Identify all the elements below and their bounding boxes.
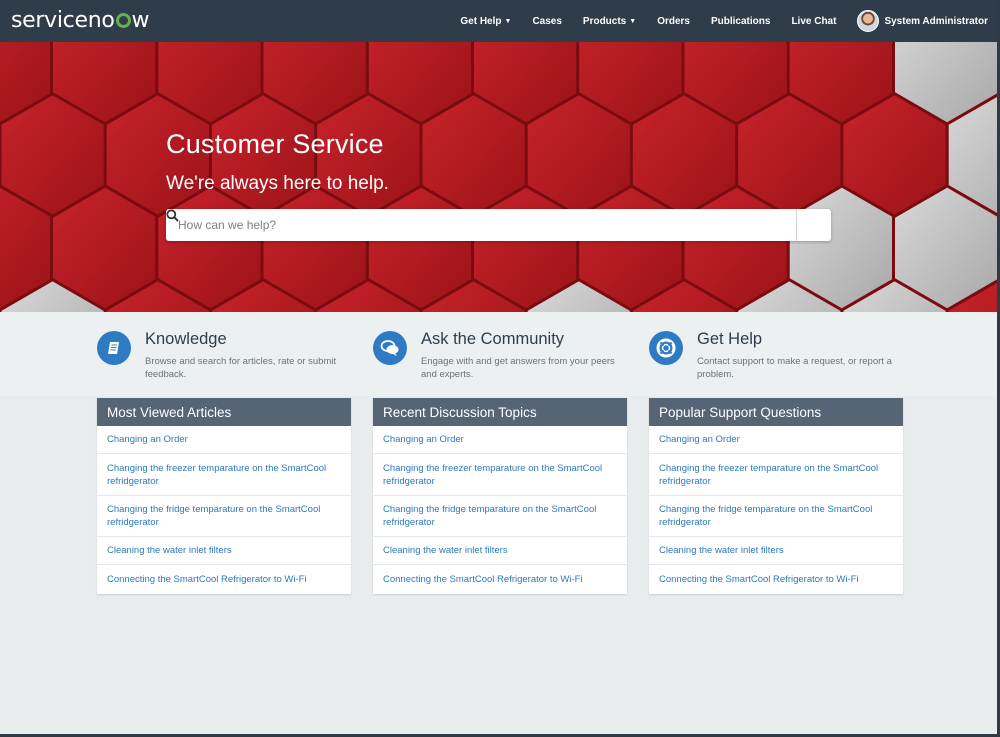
topic-link[interactable]: Changing the fridge temparature on the S… (383, 503, 617, 529)
servicenow-logo[interactable]: serviceno w (11, 8, 150, 33)
hero-subtitle: We're always here to help. (166, 173, 389, 194)
logo-ring-icon (115, 13, 131, 28)
list-item: Changing an Order (649, 426, 903, 454)
avatar (857, 10, 880, 32)
article-link[interactable]: Cleaning the water inlet filters (107, 544, 232, 557)
list-item: Changing the freezer temparature on the … (373, 454, 627, 496)
nav-menu: Get Help ▼ Cases Products ▼ Orders Publica… (439, 0, 988, 42)
topic-link[interactable]: Changing the freezer temparature on the … (383, 462, 617, 488)
list-item: Changing the freezer temparature on the … (97, 454, 351, 496)
list-item: Cleaning the water inlet filters (97, 537, 351, 565)
question-link[interactable]: Changing an Order (659, 433, 740, 446)
panel-title: Recent Discussion Topics (373, 398, 627, 426)
feature-row: Knowledge Browse and search for articles… (0, 312, 1000, 396)
list-item: Connecting the SmartCool Refrigerator to… (97, 565, 351, 594)
hero-title: Customer Service (166, 129, 384, 159)
hero-banner: Customer Service We're always here to he… (0, 42, 1000, 312)
list-item: Changing an Order (97, 426, 351, 454)
chat-bubbles-icon (373, 331, 407, 365)
question-link[interactable]: Changing the fridge temparature on the S… (659, 503, 893, 529)
nav-cases[interactable]: Cases (532, 16, 561, 27)
topic-link[interactable]: Changing an Order (383, 433, 464, 446)
panel-most-viewed-articles: Most Viewed Articles Changing an Order C… (97, 398, 351, 594)
panel-title: Most Viewed Articles (97, 398, 351, 426)
article-link[interactable]: Changing an Order (107, 433, 188, 446)
article-link[interactable]: Changing the freezer temparature on the … (107, 462, 341, 488)
feature-description: Browse and search for articles, rate or … (145, 356, 337, 380)
topic-link[interactable]: Cleaning the water inlet filters (383, 544, 508, 557)
lifebuoy-icon (649, 331, 683, 365)
search-bar (166, 209, 831, 241)
question-link[interactable]: Connecting the SmartCool Refrigerator to… (659, 573, 859, 586)
list-item: Changing the fridge temparature on the S… (373, 496, 627, 537)
list-item: Cleaning the water inlet filters (373, 537, 627, 565)
list-item: Changing the fridge temparature on the S… (97, 496, 351, 537)
feature-title: Get Help (697, 330, 763, 348)
list-item: Cleaning the water inlet filters (649, 537, 903, 565)
feature-title: Ask the Community (421, 330, 565, 348)
feature-title: Knowledge (145, 330, 227, 348)
list-item: Changing the freezer temparature on the … (649, 454, 903, 496)
hexagon-background (0, 42, 1000, 312)
search-input[interactable] (166, 209, 796, 241)
search-button[interactable] (166, 209, 831, 241)
list-item: Connecting the SmartCool Refrigerator to… (373, 565, 627, 594)
feature-description: Engage with and get answers from your pe… (421, 356, 615, 380)
article-link[interactable]: Changing the fridge temparature on the S… (107, 503, 341, 529)
nav-orders[interactable]: Orders (657, 16, 690, 27)
top-navbar: serviceno w Get Help ▼ Cases Products ▼ Ord… (0, 0, 1000, 42)
book-icon (97, 331, 131, 365)
list-item: Connecting the SmartCool Refrigerator to… (649, 565, 903, 594)
list-item: Changing an Order (373, 426, 627, 454)
topic-link[interactable]: Connecting the SmartCool Refrigerator to… (383, 573, 583, 586)
list-item: Changing the fridge temparature on the S… (649, 496, 903, 537)
search-icon (166, 209, 179, 222)
nav-get-help[interactable]: Get Help ▼ (460, 16, 511, 27)
user-menu[interactable]: System Administrator (857, 10, 988, 32)
nav-publications[interactable]: Publications (711, 16, 770, 27)
caret-down-icon: ▼ (504, 17, 512, 25)
panel-title: Popular Support Questions (649, 398, 903, 426)
question-link[interactable]: Cleaning the water inlet filters (659, 544, 784, 557)
question-link[interactable]: Changing the freezer temparature on the … (659, 462, 893, 488)
feature-description: Contact support to make a request, or re… (697, 356, 892, 380)
article-link[interactable]: Connecting the SmartCool Refrigerator to… (107, 573, 307, 586)
nav-products[interactable]: Products ▼ (583, 16, 636, 27)
caret-down-icon: ▼ (629, 17, 637, 25)
panel-popular-support-questions: Popular Support Questions Changing an Or… (649, 398, 903, 594)
panel-recent-discussion-topics: Recent Discussion Topics Changing an Ord… (373, 398, 627, 594)
user-name: System Administrator (884, 15, 988, 27)
nav-live-chat[interactable]: Live Chat (791, 16, 836, 27)
